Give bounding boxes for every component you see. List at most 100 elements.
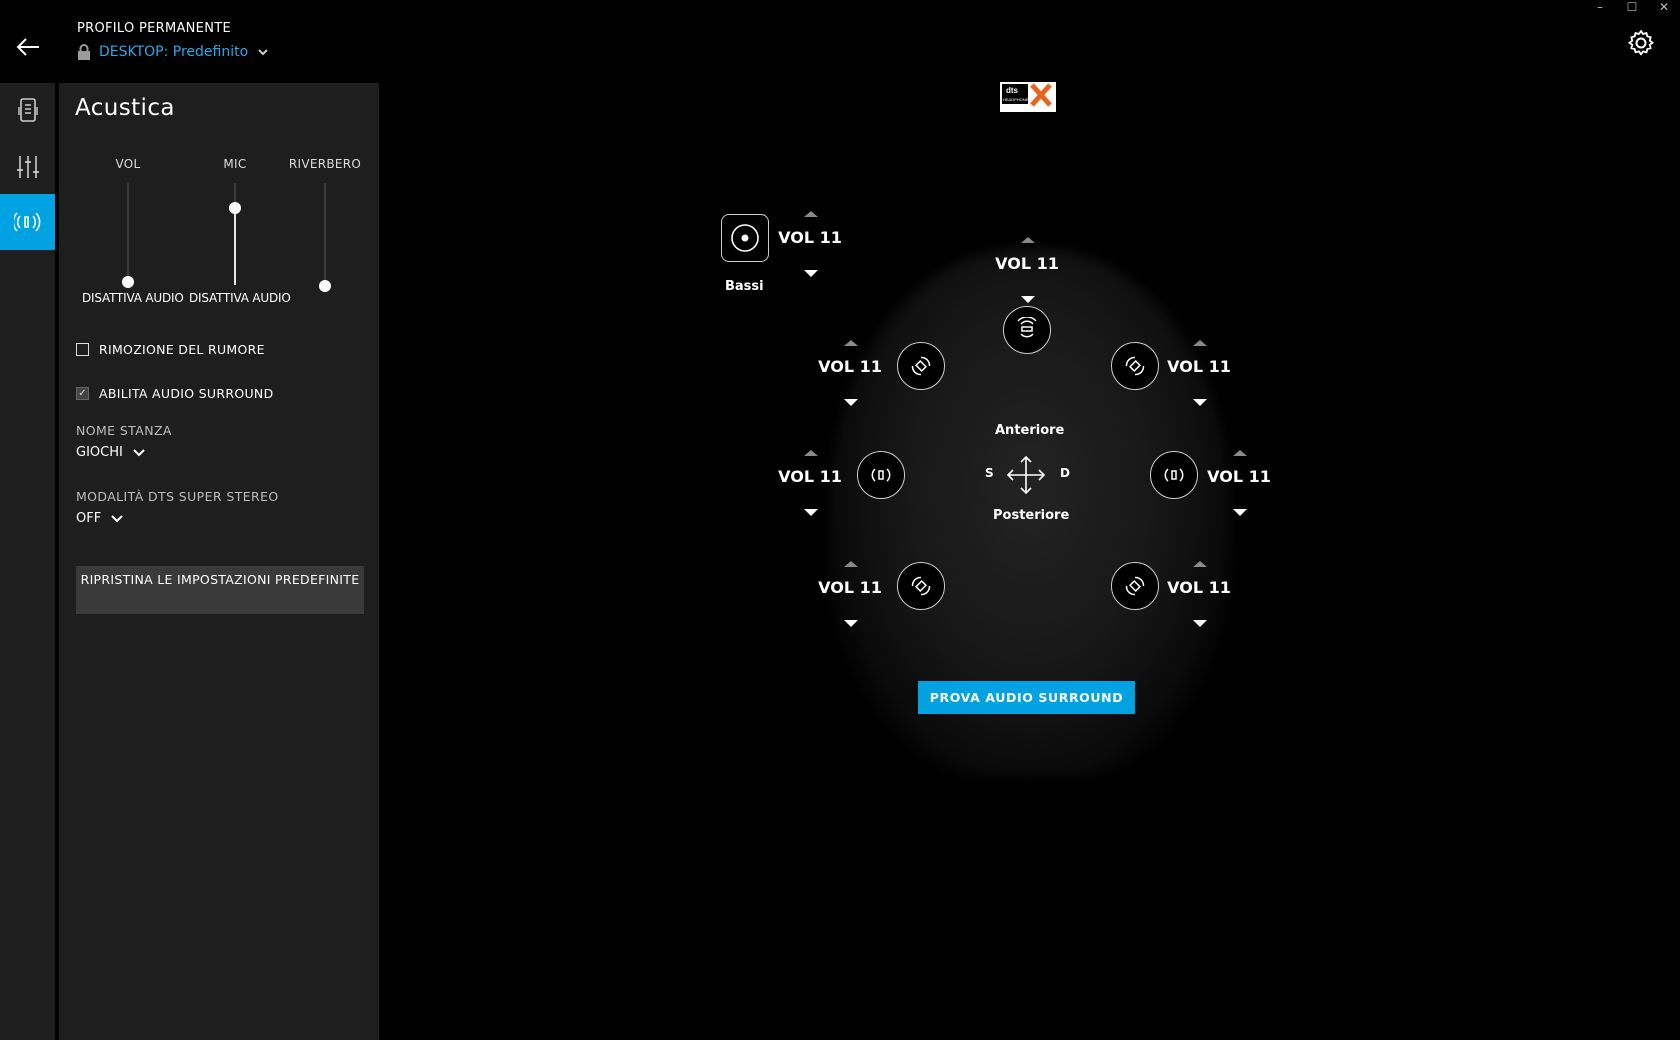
front-right-volume-up-button[interactable] xyxy=(1193,340,1207,346)
rear-right-volume-value: VOL 11 xyxy=(1167,578,1231,597)
bass-label: Bassi xyxy=(725,279,764,294)
dts-mode-dropdown[interactable]: OFF xyxy=(76,511,123,526)
front-right-speaker-button[interactable] xyxy=(1111,342,1159,390)
reset-defaults-button[interactable]: RIPRISTINA LE IMPOSTAZIONI PREDEFINITE xyxy=(76,566,364,614)
vol-slider[interactable] xyxy=(122,183,134,288)
rear-left-volume-up-button[interactable] xyxy=(844,561,858,567)
mic-slider[interactable] xyxy=(229,183,241,285)
sidebar-item-acoustics[interactable] xyxy=(0,194,55,250)
back-button[interactable] xyxy=(14,34,42,60)
noise-removal-label: RIMOZIONE DEL RUMORE xyxy=(99,342,265,357)
dts-mode-label: MODALITÀ DTS SUPER STEREO xyxy=(76,489,279,504)
rear-right-volume-up-button[interactable] xyxy=(1193,561,1207,567)
checkbox-checked-icon: ✓ xyxy=(76,387,89,400)
bass-volume-control: VOL 11 xyxy=(775,211,845,277)
front-center-volume-down-button[interactable] xyxy=(1021,296,1035,303)
dts-headphone-x-logo: dts HEADPHONE xyxy=(1000,82,1056,112)
speaker-front-icon xyxy=(1017,317,1037,338)
rear-left-speaker-button[interactable] xyxy=(897,562,945,610)
acoustics-panel: Acustica VOL DISATTIVA AUDIO MIC DISATTI… xyxy=(59,83,379,1040)
side-left-volume-control: VOL 11 xyxy=(775,450,845,516)
dts-mode-value: OFF xyxy=(76,511,102,526)
front-left-volume-value: VOL 11 xyxy=(818,357,882,376)
side-right-volume-down-button[interactable] xyxy=(1233,509,1247,516)
right-label: D xyxy=(1060,466,1070,480)
vol-slider-caption: DISATTIVA AUDIO xyxy=(82,291,184,305)
bass-volume-value: VOL 11 xyxy=(778,228,842,247)
room-name-value: GIOCHI xyxy=(76,445,123,460)
bass-volume-down-button[interactable] xyxy=(804,270,818,277)
front-center-volume-control: VOL 11 xyxy=(992,237,1062,303)
mic-slider-label: MIC xyxy=(223,157,247,171)
sidebar-item-device[interactable] xyxy=(0,83,55,139)
front-center-volume-up-button[interactable] xyxy=(1021,237,1035,243)
reverb-slider-knob[interactable] xyxy=(319,280,331,292)
chevron-down-icon xyxy=(111,514,123,522)
rear-left-volume-down-button[interactable] xyxy=(844,620,858,627)
checkbox-unchecked-icon xyxy=(76,343,89,356)
acoustics-icon xyxy=(13,212,40,232)
side-left-volume-up-button[interactable] xyxy=(804,450,818,456)
surround-label: ABILITA AUDIO SURROUND xyxy=(99,386,274,401)
front-right-volume-down-button[interactable] xyxy=(1193,399,1207,406)
profile-selector[interactable]: DESKTOP: Predefinito xyxy=(77,44,270,60)
bass-volume-up-button[interactable] xyxy=(804,211,818,217)
front-center-speaker-button[interactable] xyxy=(1003,306,1051,354)
left-label: S xyxy=(985,466,994,480)
lock-icon xyxy=(78,44,90,60)
minimize-button[interactable]: – xyxy=(1584,0,1616,14)
side-right-volume-up-button[interactable] xyxy=(1233,450,1247,456)
bass-speaker-button[interactable] xyxy=(721,214,769,262)
vol-slider-knob[interactable] xyxy=(122,276,134,288)
side-right-speaker-button[interactable] xyxy=(1150,451,1198,499)
side-right-volume-value: VOL 11 xyxy=(1207,467,1271,486)
chevron-down-icon xyxy=(258,49,268,56)
arrow-left-icon xyxy=(16,38,39,56)
front-left-volume-down-button[interactable] xyxy=(844,399,858,406)
room-name-dropdown[interactable]: GIOCHI xyxy=(76,445,145,460)
profile-name: DESKTOP: Predefinito xyxy=(99,44,249,60)
front-label: Anteriore xyxy=(995,423,1065,438)
mic-slider-caption: DISATTIVA AUDIO xyxy=(189,291,291,305)
mic-slider-fill xyxy=(234,209,236,285)
front-left-volume-control: VOL 11 xyxy=(815,340,885,406)
close-button[interactable]: ✕ xyxy=(1648,0,1680,14)
vol-slider-label: VOL xyxy=(115,157,141,171)
speaker-rear-left-icon xyxy=(911,576,931,596)
speaker-rear-right-icon xyxy=(1125,576,1145,596)
rear-right-volume-control: VOL 11 xyxy=(1164,561,1234,627)
reverb-slider-label: RIVERBERO xyxy=(288,157,362,171)
side-left-volume-down-button[interactable] xyxy=(804,509,818,516)
subwoofer-icon xyxy=(731,224,759,252)
device-icon xyxy=(17,98,38,122)
noise-removal-checkbox[interactable]: RIMOZIONE DEL RUMORE xyxy=(76,342,265,357)
sidebar xyxy=(0,83,55,1040)
front-right-volume-value: VOL 11 xyxy=(1167,357,1231,376)
speaker-side-left-icon xyxy=(871,468,891,482)
front-center-volume-value: VOL 11 xyxy=(995,254,1059,273)
test-surround-button[interactable]: PROVA AUDIO SURROUND xyxy=(918,681,1135,714)
surround-checkbox[interactable]: ✓ ABILITA AUDIO SURROUND xyxy=(76,386,274,401)
maximize-button[interactable]: ☐ xyxy=(1616,0,1648,14)
panel-title: Acustica xyxy=(75,95,175,121)
reverb-slider[interactable] xyxy=(319,183,331,292)
gear-icon[interactable] xyxy=(1626,28,1656,58)
mic-slider-knob[interactable] xyxy=(229,202,241,214)
room-name-label: NOME STANZA xyxy=(76,423,172,438)
front-left-speaker-button[interactable] xyxy=(897,342,945,390)
side-left-speaker-button[interactable] xyxy=(857,451,905,499)
rear-right-speaker-button[interactable] xyxy=(1111,562,1159,610)
chevron-down-icon xyxy=(133,448,145,456)
speaker-front-left-icon xyxy=(911,356,931,376)
window-controls: – ☐ ✕ xyxy=(1584,0,1680,14)
side-left-volume-value: VOL 11 xyxy=(778,467,842,486)
front-left-volume-up-button[interactable] xyxy=(844,340,858,346)
sidebar-item-equalizer[interactable] xyxy=(0,139,55,195)
rear-left-volume-value: VOL 11 xyxy=(818,578,882,597)
speaker-front-right-icon xyxy=(1125,356,1145,376)
profile-title: PROFILO PERMANENTE xyxy=(77,21,231,36)
move-arrows-icon[interactable] xyxy=(1006,455,1046,495)
front-right-volume-control: VOL 11 xyxy=(1164,340,1234,406)
rear-right-volume-down-button[interactable] xyxy=(1193,620,1207,627)
rear-left-volume-control: VOL 11 xyxy=(815,561,885,627)
